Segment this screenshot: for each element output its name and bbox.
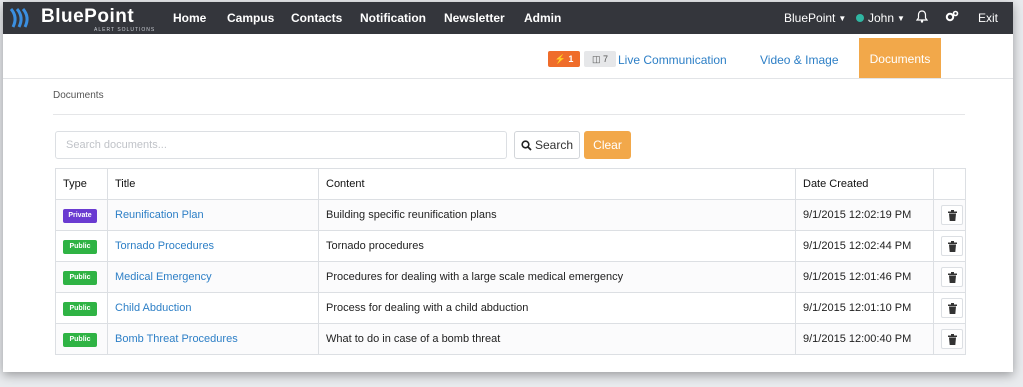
search-button-label: Search	[534, 138, 574, 152]
search-input[interactable]	[55, 131, 507, 159]
nav-admin[interactable]: Admin	[524, 11, 561, 25]
documents-table: Type Title Content Date Created Private R…	[55, 168, 966, 355]
brand-name: BluePoint	[41, 6, 135, 27]
trash-icon	[947, 271, 957, 283]
bell-icon[interactable]	[915, 10, 929, 26]
org-dropdown[interactable]: BluePoint ▼	[784, 11, 846, 25]
alert-count-badge[interactable]: ⚡ 1	[548, 51, 580, 67]
bluepoint-logo-icon	[9, 8, 29, 28]
content-cell: Building specific reunification plans	[318, 199, 796, 231]
breadcrumb: Documents	[53, 90, 104, 101]
search-button[interactable]: Search	[514, 131, 580, 159]
table-row: Public Bomb Threat Procedures What to do i…	[55, 323, 966, 355]
content-cell: Procedures for dealing with a large scal…	[318, 261, 796, 293]
header-date-created[interactable]: Date Created	[795, 168, 934, 200]
tab-video-image[interactable]: Video & Image	[760, 53, 839, 67]
alert-icon: ⚡	[554, 54, 566, 64]
type-cell: Private	[55, 199, 108, 231]
type-badge: Private	[63, 208, 97, 223]
clear-button[interactable]: Clear	[584, 131, 631, 159]
table-body: Private Reunification Plan Building specif…	[55, 199, 966, 355]
table-header-row: Type Title Content Date Created	[55, 168, 966, 200]
exit-link[interactable]: Exit	[978, 11, 998, 25]
nav-home[interactable]: Home	[173, 11, 206, 25]
title-cell: Tornado Procedures	[107, 230, 319, 262]
tab-live-communication[interactable]: Live Communication	[618, 53, 727, 67]
type-cell: Public	[55, 230, 108, 262]
type-badge: Public	[63, 332, 97, 347]
document-title-link[interactable]: Child Abduction	[115, 302, 191, 314]
document-title-link[interactable]: Reunification Plan	[115, 209, 204, 221]
content-cell: Tornado procedures	[318, 230, 796, 262]
nav-notification[interactable]: Notification	[360, 11, 426, 25]
type-badge: Public	[63, 239, 97, 254]
type-cell: Public	[55, 292, 108, 324]
action-cell	[933, 230, 966, 262]
tab-documents[interactable]: Documents	[859, 38, 941, 78]
trash-icon	[947, 333, 957, 345]
delete-button[interactable]	[941, 329, 963, 349]
header-title[interactable]: Title	[107, 168, 319, 200]
chevron-down-icon: ▼	[838, 14, 847, 23]
message-count-badge[interactable]: ◫ 7	[584, 51, 616, 67]
trash-icon	[947, 240, 957, 252]
header-type[interactable]: Type	[55, 168, 108, 200]
date-cell: 9/1/2015 12:02:44 PM	[795, 230, 934, 262]
document-title-link[interactable]: Bomb Threat Procedures	[115, 333, 238, 345]
delete-button[interactable]	[941, 298, 963, 318]
delete-button[interactable]	[941, 267, 963, 287]
action-cell	[933, 199, 966, 231]
type-cell: Public	[55, 261, 108, 293]
date-cell: 9/1/2015 12:02:19 PM	[795, 199, 934, 231]
alert-count: 1	[568, 54, 574, 64]
content-cell: Process for dealing with a child abducti…	[318, 292, 796, 324]
online-status-icon	[856, 14, 864, 22]
action-cell	[933, 261, 966, 293]
type-cell: Public	[55, 323, 108, 355]
date-cell: 9/1/2015 12:00:40 PM	[795, 323, 934, 355]
top-navbar: BluePoint ALERT SOLUTIONS Home Campus Co…	[3, 2, 1013, 34]
content-cell: What to do in case of a bomb threat	[318, 323, 796, 355]
action-cell	[933, 292, 966, 324]
table-row: Private Reunification Plan Building specif…	[55, 199, 966, 231]
nav-campus[interactable]: Campus	[227, 11, 274, 25]
document-title-link[interactable]: Medical Emergency	[115, 271, 212, 283]
nav-contacts[interactable]: Contacts	[291, 11, 342, 25]
header-content[interactable]: Content	[318, 168, 796, 200]
app-window: BluePoint ALERT SOLUTIONS Home Campus Co…	[3, 2, 1013, 372]
delete-button[interactable]	[941, 236, 963, 256]
delete-button[interactable]	[941, 205, 963, 225]
date-cell: 9/1/2015 12:01:10 PM	[795, 292, 934, 324]
table-row: Public Tornado Procedures Tornado procedur…	[55, 230, 966, 262]
user-dropdown[interactable]: John ▼	[856, 11, 905, 25]
type-badge: Public	[63, 270, 97, 285]
user-name: John	[868, 11, 895, 25]
trash-icon	[947, 209, 957, 221]
type-badge: Public	[63, 301, 97, 316]
header-actions	[933, 168, 966, 200]
gears-icon[interactable]	[945, 10, 959, 26]
title-cell: Bomb Threat Procedures	[107, 323, 319, 355]
date-cell: 9/1/2015 12:01:46 PM	[795, 261, 934, 293]
nav-newsletter[interactable]: Newsletter	[444, 11, 505, 25]
action-cell	[933, 323, 966, 355]
org-name: BluePoint	[784, 11, 836, 25]
table-row: Public Child Abduction Process for dealing…	[55, 292, 966, 324]
chat-icon: ◫	[591, 54, 601, 64]
chevron-down-icon: ▼	[897, 14, 905, 23]
brand-tagline: ALERT SOLUTIONS	[94, 27, 156, 33]
breadcrumb-divider	[53, 114, 965, 115]
title-cell: Reunification Plan	[107, 199, 319, 231]
trash-icon	[947, 302, 957, 314]
message-count: 7	[603, 54, 609, 64]
document-title-link[interactable]: Tornado Procedures	[115, 240, 214, 252]
search-icon	[521, 139, 532, 151]
title-cell: Medical Emergency	[107, 261, 319, 293]
table-row: Public Medical Emergency Procedures for de…	[55, 261, 966, 293]
title-cell: Child Abduction	[107, 292, 319, 324]
